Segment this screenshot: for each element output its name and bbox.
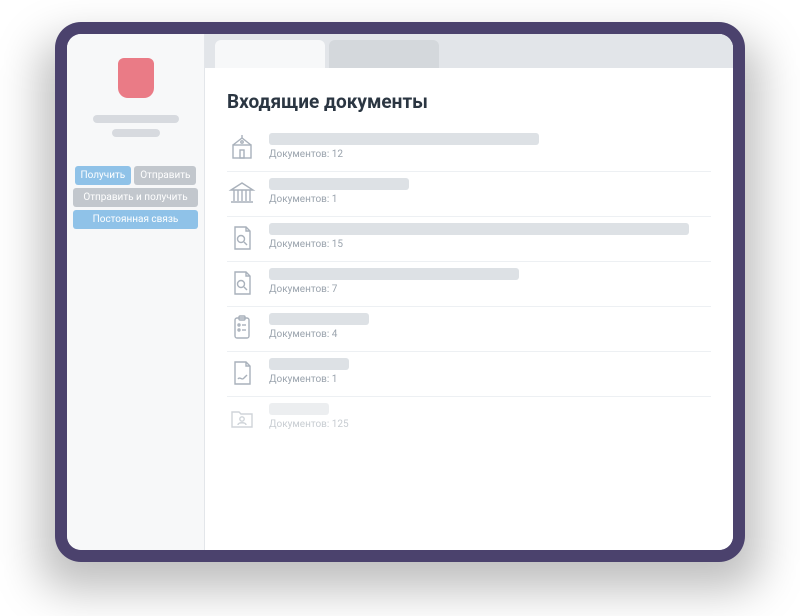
- doc-list-icon: [227, 313, 257, 343]
- document-count-label: Документов: 1: [269, 194, 711, 205]
- document-list: Документов: 12 Документов: 1 Документов: 1…: [227, 127, 711, 441]
- document-row-body: Документов: 4: [269, 313, 711, 340]
- document-row-body: Документов: 15: [269, 223, 711, 250]
- document-title-placeholder: [269, 223, 689, 235]
- folder-user-icon: [227, 403, 257, 433]
- tab[interactable]: [329, 40, 439, 68]
- document-row[interactable]: Документов: 12: [227, 127, 711, 172]
- tab[interactable]: [215, 40, 325, 68]
- building-gov-icon: [227, 133, 257, 163]
- document-row-body: Документов: 1: [269, 358, 711, 385]
- document-row-body: Документов: 1: [269, 178, 711, 205]
- sidebar-button-group: Получить Отправить Отправить и получить …: [67, 166, 204, 229]
- document-title-placeholder: [269, 358, 349, 370]
- document-count-label: Документов: 4: [269, 329, 711, 340]
- content-panel: Входящие документы Документов: 12Докумен…: [205, 68, 733, 550]
- doc-search-icon: [227, 223, 257, 253]
- document-title-placeholder: [269, 313, 369, 325]
- document-count-label: Документов: 7: [269, 284, 711, 295]
- document-row[interactable]: Документов: 1: [227, 352, 711, 397]
- sidebar-placeholder-line: [93, 115, 179, 123]
- main-area: Входящие документы Документов: 12Докумен…: [205, 34, 733, 550]
- document-row[interactable]: Документов: 1: [227, 172, 711, 217]
- document-count-label: Документов: 1: [269, 374, 711, 385]
- send-and-receive-button[interactable]: Отправить и получить: [73, 188, 198, 207]
- send-button[interactable]: Отправить: [134, 166, 196, 185]
- tablet-frame: Получить Отправить Отправить и получить …: [55, 22, 745, 562]
- page-title: Входящие документы: [227, 90, 711, 113]
- document-count-label: Документов: 125: [269, 419, 711, 430]
- persistent-connection-button[interactable]: Постоянная связь: [73, 210, 198, 229]
- doc-sign-icon: [227, 358, 257, 388]
- document-row-body: Документов: 7: [269, 268, 711, 295]
- doc-search-icon: [227, 268, 257, 298]
- sidebar: Получить Отправить Отправить и получить …: [67, 34, 205, 550]
- document-title-placeholder: [269, 403, 329, 415]
- document-title-placeholder: [269, 133, 539, 145]
- document-row[interactable]: Документов: 4: [227, 307, 711, 352]
- tab-bar: [205, 34, 733, 68]
- document-count-label: Документов: 15: [269, 239, 711, 250]
- document-row[interactable]: Документов: 7: [227, 262, 711, 307]
- sidebar-placeholder-line: [112, 129, 160, 137]
- building-columns-icon: [227, 178, 257, 208]
- document-row[interactable]: Документов: 15: [227, 217, 711, 262]
- document-row-body: Документов: 125: [269, 403, 711, 430]
- document-title-placeholder: [269, 268, 519, 280]
- document-row[interactable]: Документов: 125: [227, 397, 711, 441]
- receive-button[interactable]: Получить: [75, 166, 132, 185]
- app-logo-icon: [118, 58, 154, 98]
- app-screen: Получить Отправить Отправить и получить …: [67, 34, 733, 550]
- document-title-placeholder: [269, 178, 409, 190]
- document-row-body: Документов: 12: [269, 133, 711, 160]
- document-count-label: Документов: 12: [269, 149, 711, 160]
